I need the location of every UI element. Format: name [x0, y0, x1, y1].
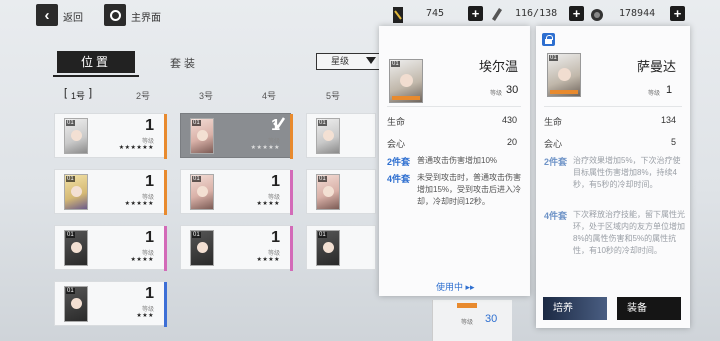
rarity-edge [164, 170, 167, 215]
resource-ticket-value: 745 [426, 8, 445, 19]
stat-crit-label: 会心 [544, 139, 563, 149]
memory-thumbnail: 01 [316, 230, 340, 266]
card-level: 1 [145, 117, 154, 134]
background-card-strip: 等级 30 [432, 300, 512, 341]
resource-stamina-value: 116/138 [515, 8, 558, 19]
stat-crit-label: 会心 [387, 139, 406, 149]
memory-card[interactable]: 01 1 等级 ★★★★★★ [54, 113, 167, 159]
set2-text: 普通攻击伤害增加10% [417, 156, 498, 165]
rarity-edge [290, 226, 293, 271]
equipped-level: 30 [506, 84, 519, 96]
rarity-edge [164, 282, 167, 327]
set4-text: 未受到攻击时，普通攻击伤害增加15%，受到攻击后进入冷却，冷却时间12秒。 [417, 173, 522, 206]
slot-3[interactable]: 3号 [199, 89, 213, 102]
memory-thumbnail: 01 [64, 118, 88, 154]
sort-arrow-icon[interactable] [366, 57, 376, 64]
selected-portrait: 01 [547, 53, 581, 97]
memory-thumbnail: 01 [64, 174, 88, 210]
memory-thumbnail: 01 [316, 118, 340, 154]
back-label[interactable]: 返回 [63, 9, 83, 24]
stat-hp-value: 430 [501, 115, 517, 125]
set2-label: 2件套 [544, 157, 568, 167]
card-stars: ★★★★★ [124, 201, 154, 207]
add-ticket-button[interactable]: + [468, 6, 483, 21]
memory-card[interactable]: 01 [306, 169, 376, 214]
stat-crit-value: 5 [670, 137, 676, 147]
resource-coin-value: 178944 [619, 8, 656, 19]
rarity-edge [290, 114, 293, 159]
slot-2[interactable]: 2号 [136, 89, 150, 102]
memory-card-selected[interactable]: 01 1 等级 ★★★★★ [180, 113, 293, 159]
chevron-left-icon: ‹ [44, 6, 50, 24]
ticket-icon [393, 7, 403, 23]
rarity-edge [164, 226, 167, 271]
check-icon [273, 117, 286, 129]
card-stars: ★★★★ [256, 201, 280, 207]
add-coin-button[interactable]: + [670, 6, 685, 21]
card-level: 1 [145, 173, 154, 190]
rarity-edge [164, 114, 167, 159]
sort-label: 星级 [331, 56, 350, 66]
home-icon [109, 9, 121, 21]
slot-4[interactable]: 4号 [262, 89, 276, 102]
stat-hp-label: 生命 [387, 117, 406, 127]
selected-level-label: 等级 [648, 91, 661, 97]
memory-thumbnail: 01 [316, 174, 340, 210]
memory-thumbnail: 01 [190, 118, 214, 154]
memory-thumbnail: 01 [64, 286, 88, 322]
selected-memory-panel: 01 萨曼达 等级 1 生命 134 会心 5 2件套 治疗效果增加5%，下次治… [536, 26, 690, 328]
memory-card[interactable]: 01 [306, 113, 376, 158]
memory-card[interactable]: 01 1 等级 ★★★ [54, 281, 167, 327]
card-stars: ★★★★ [256, 257, 280, 263]
selected-level: 1 [666, 84, 673, 96]
slot-1[interactable]: 1号 [64, 87, 92, 102]
cultivate-button[interactable]: 培养 [543, 297, 607, 320]
add-stamina-button[interactable]: + [569, 6, 584, 21]
equipped-portrait: 01 [389, 59, 423, 103]
in-use-link[interactable]: 使用中 ▸▸ [436, 280, 475, 293]
card-stars: ★★★★★ [250, 145, 280, 151]
home-button[interactable] [104, 4, 126, 26]
memory-card[interactable]: 01 1 等级 ★★★★ [180, 169, 293, 215]
equip-button[interactable]: 装备 [617, 297, 681, 320]
rarity-edge [290, 170, 293, 215]
back-button[interactable]: ‹ [36, 4, 58, 26]
tab-set[interactable]: 套装 [170, 55, 198, 71]
stat-hp-label: 生命 [544, 117, 563, 127]
memory-thumbnail: 01 [190, 174, 214, 210]
tab-position[interactable]: 位置 [53, 51, 139, 77]
card-level: 1 [145, 285, 154, 302]
memory-card[interactable]: 01 1 等级 ★★★★ [180, 225, 293, 271]
stat-crit-value: 20 [506, 137, 517, 147]
selected-name: 萨曼达 [637, 59, 677, 74]
set4-label: 4件套 [387, 174, 411, 184]
home-label[interactable]: 主界面 [131, 9, 161, 24]
memory-thumbnail: 01 [64, 230, 88, 266]
set4-text: 下次释放治疗技能，留下属性光环，处于区域内的友方单位增加8%的属性伤害和5%的属… [573, 210, 685, 255]
card-level: 1 [271, 173, 280, 190]
coin-icon [591, 9, 603, 21]
memory-card[interactable]: 01 [306, 225, 376, 270]
set4-label: 4件套 [544, 211, 568, 221]
memory-thumbnail: 01 [190, 230, 214, 266]
equipped-name: 埃尔温 [479, 59, 519, 74]
card-level: 1 [145, 229, 154, 246]
card-stars: ★★★★★★ [118, 145, 154, 151]
lock-icon[interactable] [542, 33, 555, 46]
set2-text: 治疗效果增加5%，下次治疗使目标属性伤害增加8%，持续4秒，有5秒的冷却时间。 [573, 156, 681, 189]
card-stars: ★★★★ [130, 257, 154, 263]
stamina-icon [492, 8, 502, 21]
equipped-memory-panel: 01 埃尔温 等级 30 生命 430 会心 20 2件套 普通攻击伤害增加10… [379, 26, 530, 296]
card-stars: ★★★ [136, 313, 154, 319]
slot-5[interactable]: 5号 [326, 89, 340, 102]
memory-card[interactable]: 01 1 等级 ★★★★★ [54, 169, 167, 215]
set2-label: 2件套 [387, 157, 411, 167]
card-level: 1 [271, 229, 280, 246]
stat-hp-value: 134 [660, 115, 676, 125]
equipped-level-label: 等级 [490, 91, 503, 97]
memory-card[interactable]: 01 1 等级 ★★★★ [54, 225, 167, 271]
